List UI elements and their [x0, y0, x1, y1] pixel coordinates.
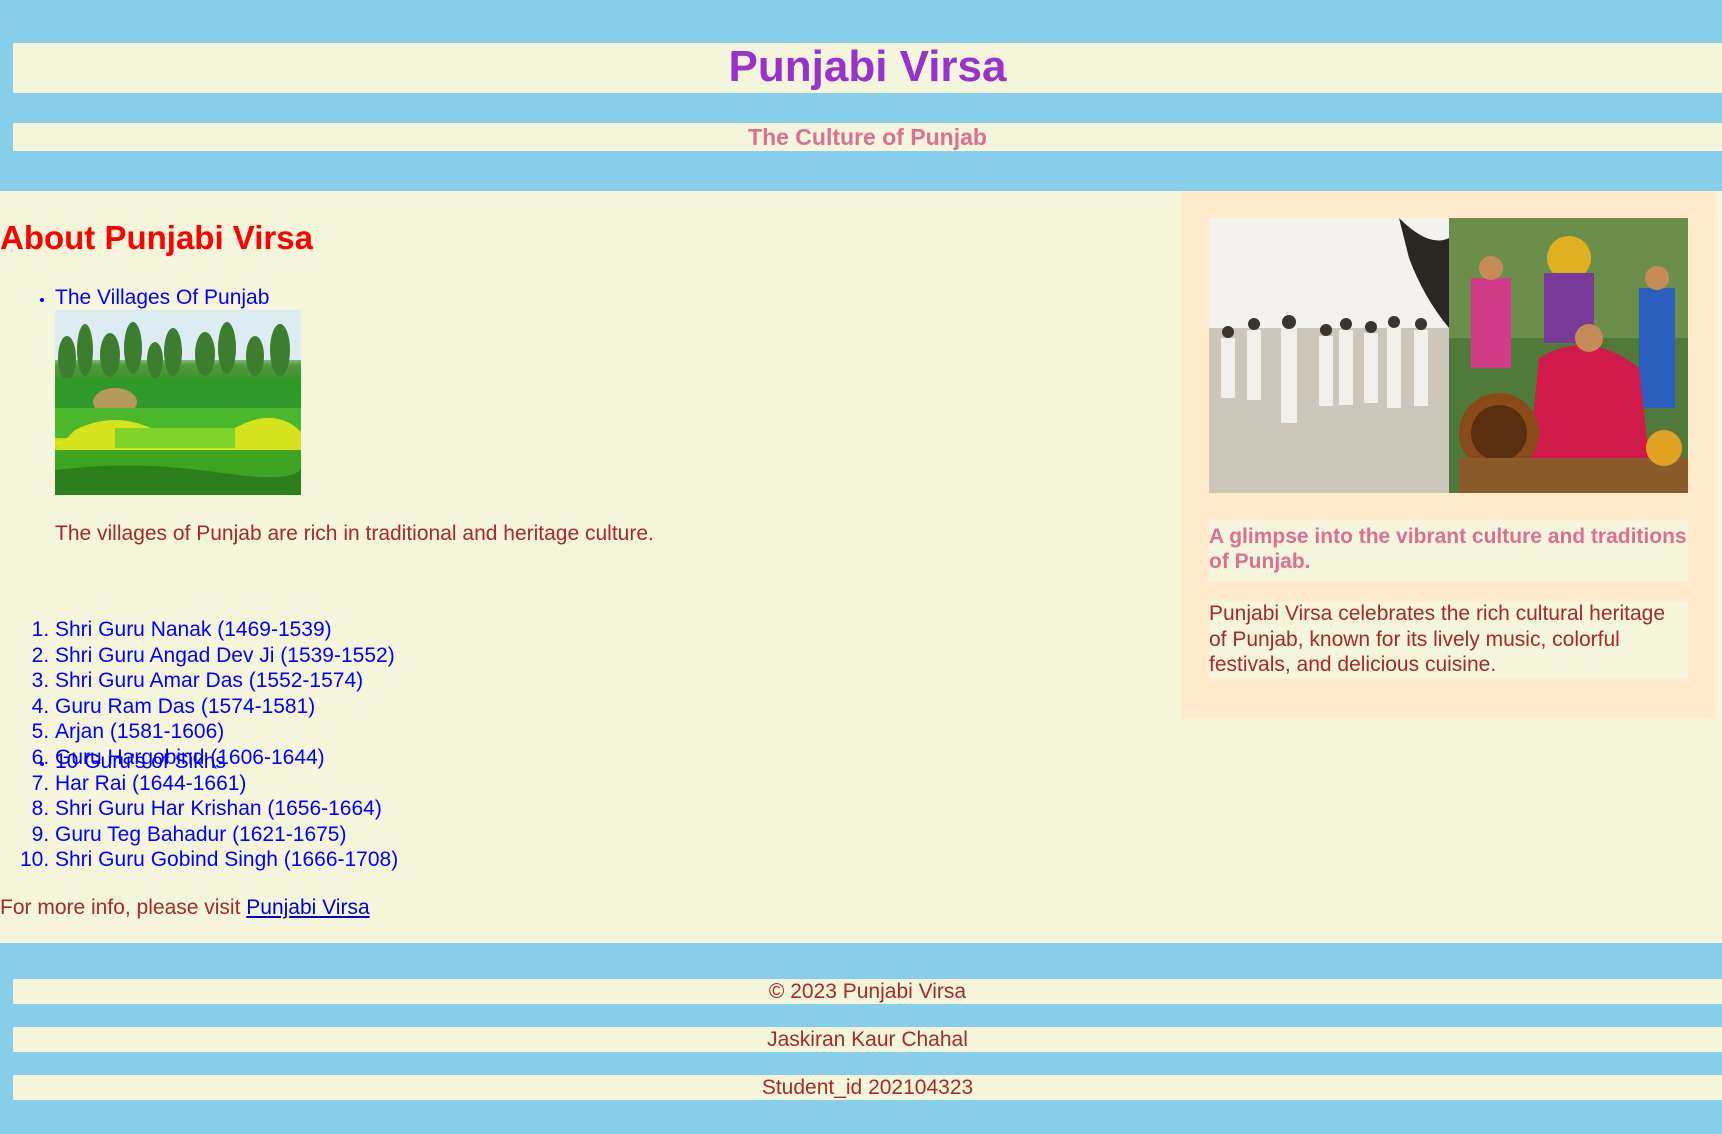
- site-subtitle: The Culture of Punjab: [13, 123, 1722, 151]
- villages-link[interactable]: The Villages Of Punjab: [55, 286, 269, 310]
- guru-list-item: Shri Guru Amar Das (1552-1574): [55, 668, 398, 694]
- more-info-line: For more info, please visit Punjabi Virs…: [0, 896, 370, 920]
- guru-list-item: Shri Guru Nanak (1469-1539): [55, 617, 398, 643]
- village-image: [55, 310, 301, 495]
- punjabi-virsa-link[interactable]: Punjabi Virsa: [246, 896, 369, 919]
- site-header: Punjabi Virsa The Culture of Punjab: [0, 0, 1722, 191]
- glimpse-text: A glimpse into the vibrant culture and t…: [1209, 520, 1688, 581]
- about-heading: About Punjabi Virsa: [0, 219, 313, 256]
- sidebar: A glimpse into the vibrant culture and t…: [1181, 191, 1716, 719]
- site-title: Punjabi Virsa: [13, 43, 1722, 93]
- student-id: Student_id 202104323: [13, 1075, 1722, 1100]
- main-area: About Punjabi Virsa The Villages Of Punj…: [0, 191, 1722, 943]
- copyright-text: © 2023 Punjabi Virsa: [13, 979, 1722, 1004]
- guru-names-list: Shri Guru Nanak (1469-1539) Shri Guru An…: [0, 617, 398, 873]
- sidebar-description: Punjabi Virsa celebrates the rich cultur…: [1209, 601, 1688, 679]
- guru-list-item: Guru Ram Das (1574-1581): [55, 694, 398, 720]
- guru-list-item: Arjan (1581-1606): [55, 719, 398, 745]
- site-footer: © 2023 Punjabi Virsa Jaskiran Kaur Chaha…: [0, 943, 1722, 1134]
- guru-list-item: Guru Hargobind (1606-1644): [55, 745, 398, 771]
- guru-list-item: Shri Guru Angad Dev Ji (1539-1552): [55, 643, 398, 669]
- author-name: Jaskiran Kaur Chahal: [13, 1027, 1722, 1052]
- village-bullet-list: The Villages Of Punjab: [0, 286, 269, 310]
- more-info-text: For more info, please visit: [0, 896, 247, 919]
- village-caption: The villages of Punjab are rich in tradi…: [55, 522, 654, 545]
- guru-list-item: Har Rai (1644-1661): [55, 771, 398, 797]
- guru-list-item: Shri Guru Har Krishan (1656-1664): [55, 796, 398, 822]
- culture-collage-image: [1209, 218, 1688, 493]
- guru-list-item: Shri Guru Gobind Singh (1666-1708): [55, 847, 398, 873]
- guru-list-item: Guru Teg Bahadur (1621-1675): [55, 822, 398, 848]
